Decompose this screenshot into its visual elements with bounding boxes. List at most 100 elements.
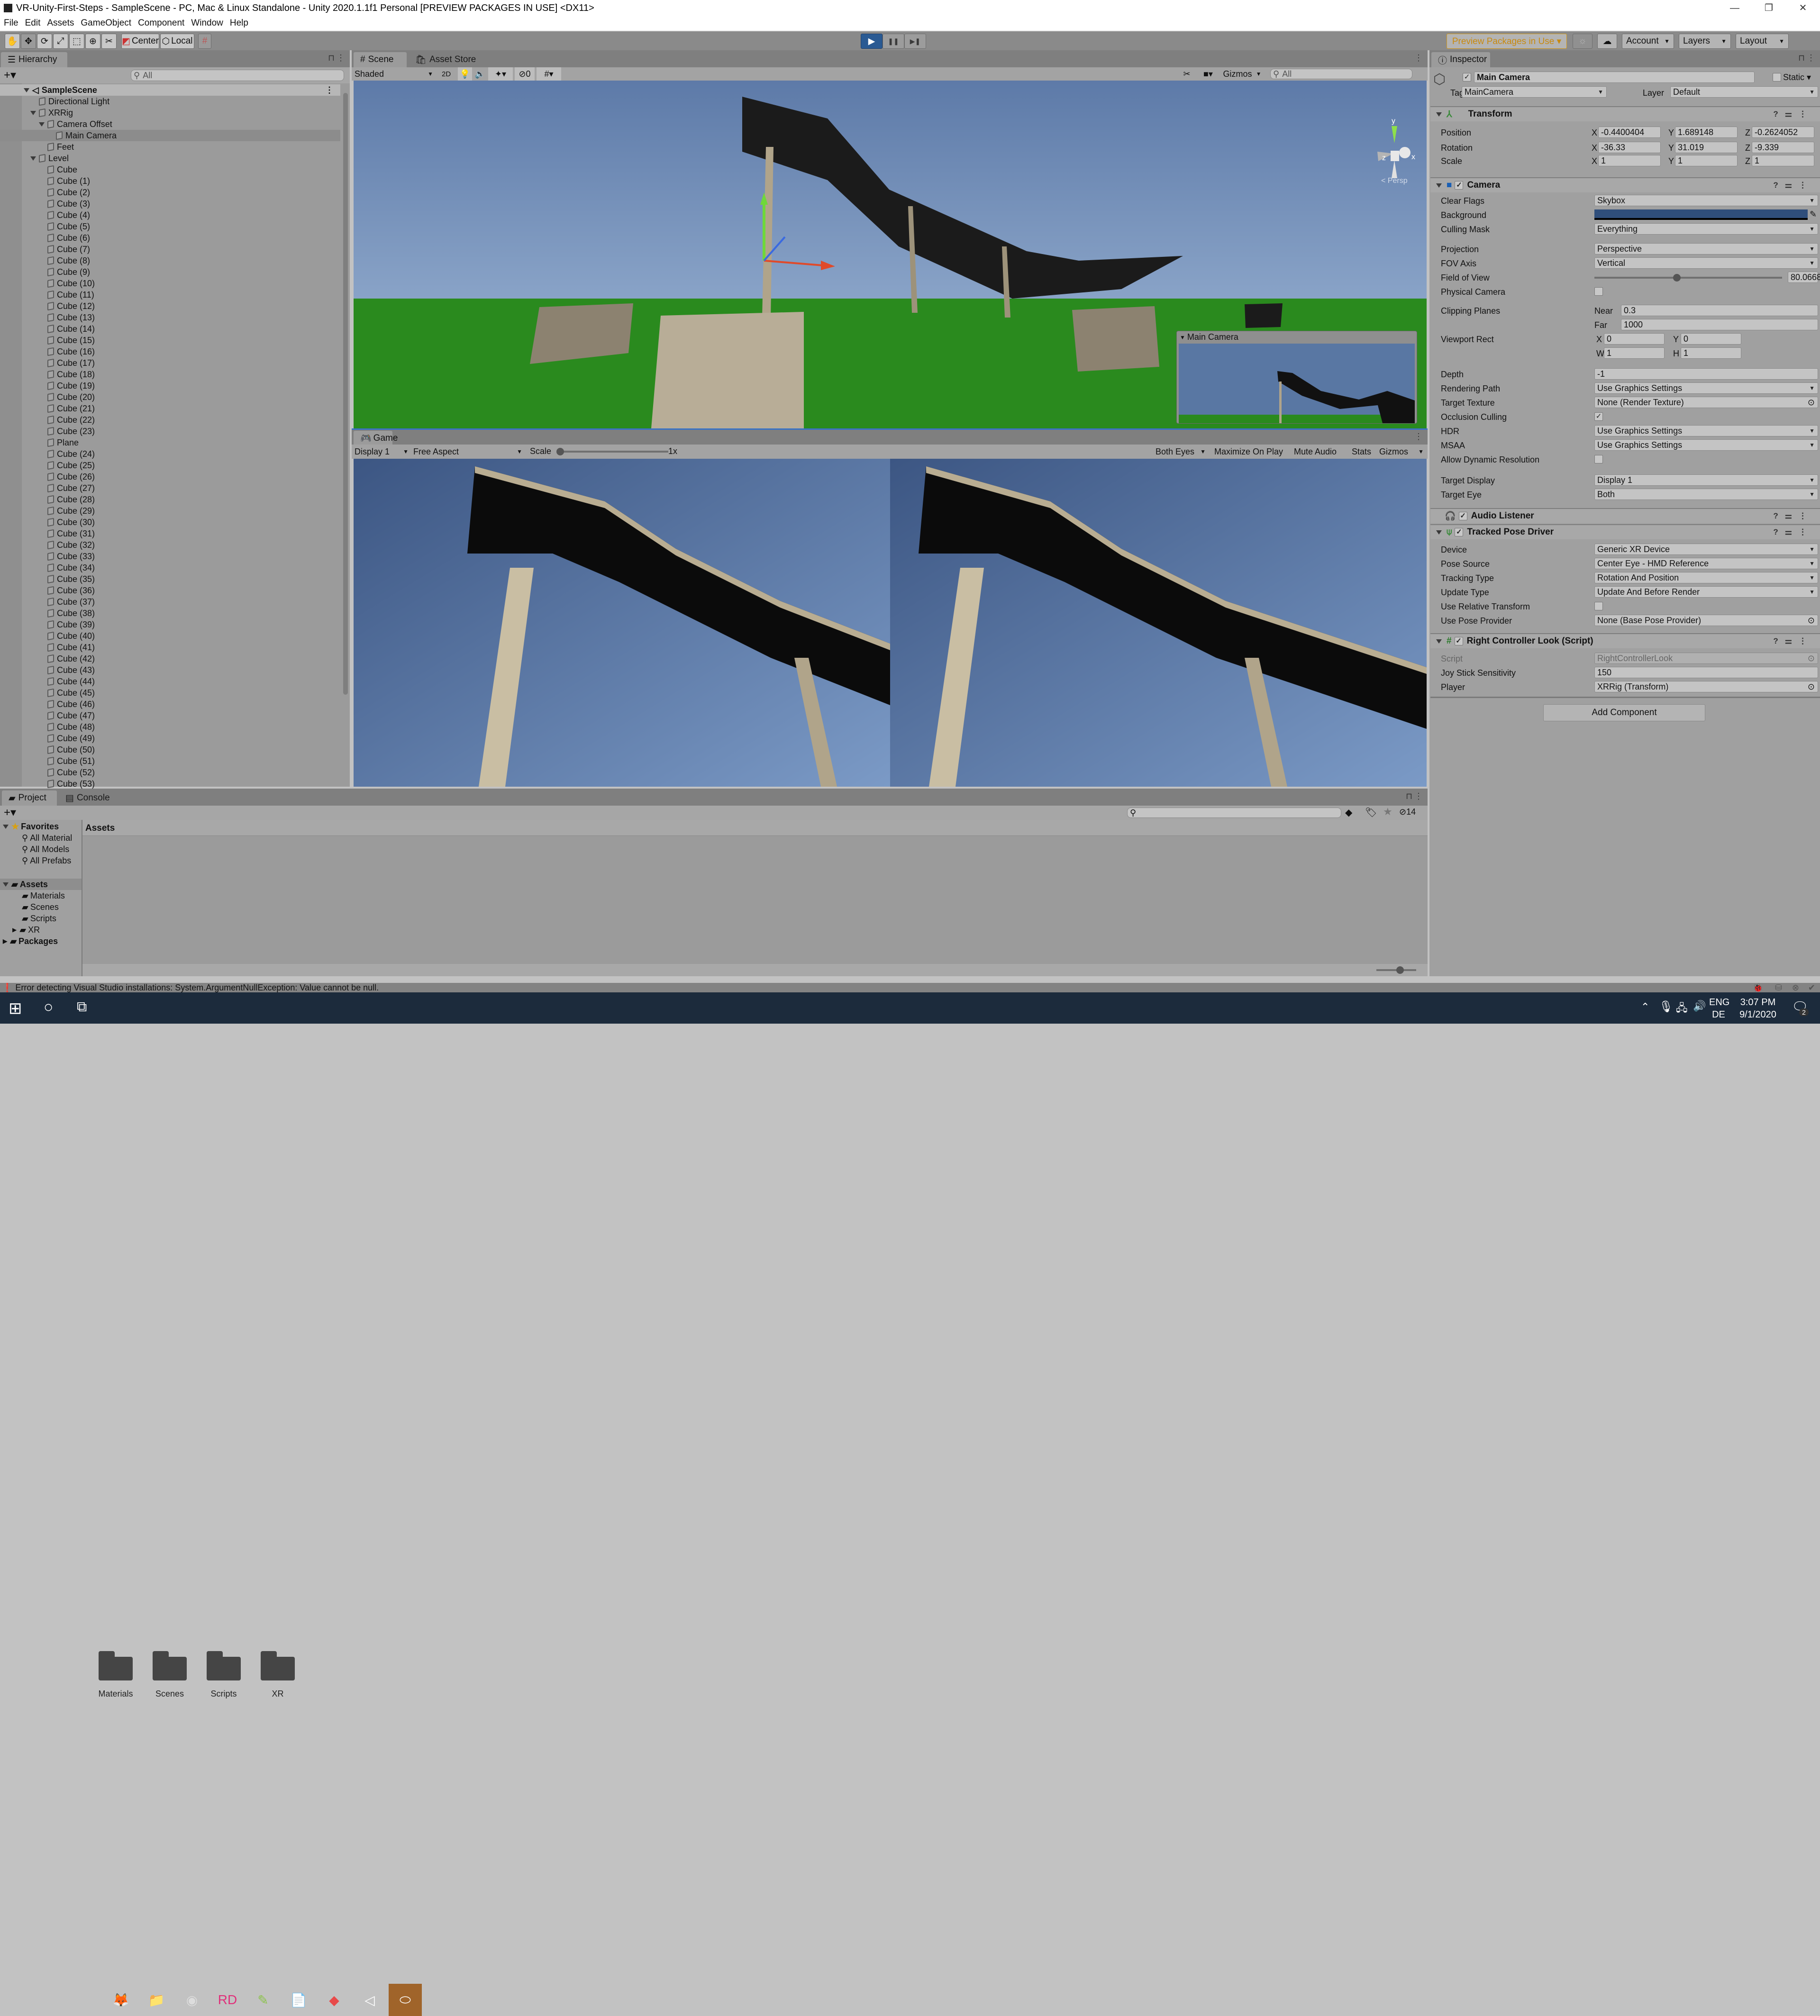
hierarchy-item[interactable]: Cube (35) <box>0 573 340 585</box>
component-actions[interactable]: ?⚌⋮ <box>1773 636 1813 646</box>
kebab-menu-icon[interactable]: ⋮ <box>1807 53 1815 63</box>
hierarchy-item[interactable]: Cube (22) <box>0 414 340 426</box>
background-color-swatch[interactable] <box>1594 209 1808 220</box>
rotation-y-input[interactable]: 31.019 <box>1675 142 1738 153</box>
slider-thumb[interactable] <box>1396 966 1404 974</box>
menu-gameobject[interactable]: GameObject <box>81 18 131 28</box>
tag-dropdown[interactable]: MainCamera <box>1462 86 1607 98</box>
folder-icon[interactable] <box>99 1651 133 1680</box>
hierarchy-item[interactable]: Cube (13) <box>0 312 340 323</box>
scrollbar-thumb[interactable] <box>343 93 348 695</box>
taskbar-app-firefox[interactable]: 🦊 <box>104 1984 137 2016</box>
hierarchy-item[interactable]: Cube (21) <box>0 403 340 414</box>
camera-preview-window[interactable]: ▼ Main Camera <box>1176 331 1417 424</box>
static-checkbox[interactable] <box>1773 73 1781 82</box>
progress-check-icon[interactable]: ✔ <box>1808 983 1815 993</box>
fold-down-icon[interactable] <box>1436 112 1442 117</box>
hierarchy-item[interactable]: Cube (43) <box>0 664 340 676</box>
viewport-x-input[interactable]: 0 <box>1604 333 1665 345</box>
viewport-y-input[interactable]: 0 <box>1681 333 1741 345</box>
taskbar-app-libreoffice-writer[interactable]: 📄 <box>282 1984 315 2016</box>
create-button[interactable]: +▾ <box>4 806 16 819</box>
rotation-x-input[interactable]: -36.33 <box>1598 142 1661 153</box>
static-dropdown[interactable]: Static ▾ <box>1783 73 1811 82</box>
hierarchy-item[interactable]: Cube (3) <box>0 198 340 209</box>
eyedropper-icon[interactable]: ✎ <box>1810 209 1817 219</box>
hierarchy-item[interactable]: Cube (17) <box>0 357 340 369</box>
menu-assets[interactable]: Assets <box>47 18 74 28</box>
hierarchy-item[interactable]: Cube (9) <box>0 266 340 278</box>
hierarchy-item[interactable]: Cube (28) <box>0 494 340 505</box>
position-y-input[interactable]: 1.689148 <box>1675 127 1738 138</box>
dropdown[interactable]: Use Graphics Settings <box>1594 425 1818 436</box>
hierarchy-item[interactable]: Cube (30) <box>0 517 340 528</box>
taskbar-app-obs[interactable]: ◉ <box>175 1984 209 2016</box>
dropdown[interactable]: Use Graphics Settings <box>1594 439 1818 451</box>
kebab-menu-icon[interactable]: ⋮ <box>1414 432 1423 442</box>
tracked-pose-driver-header[interactable]: ⍦ ✓ Tracked Pose Driver ?⚌⋮ <box>1430 524 1820 539</box>
add-button[interactable]: +▾ <box>4 68 16 82</box>
hierarchy-item[interactable]: Cube (40) <box>0 630 340 642</box>
hierarchy-item[interactable]: Cube (29) <box>0 505 340 517</box>
close-button[interactable]: ✕ <box>1786 0 1820 16</box>
layer-dropdown[interactable]: Default <box>1670 86 1818 98</box>
rect-tool-button[interactable]: ⬚ <box>69 34 84 49</box>
favorite-item[interactable]: ⚲ All Material <box>22 832 72 844</box>
object-picker-icon[interactable]: ⊙ <box>1808 398 1815 408</box>
hierarchy-item[interactable]: Cube (48) <box>0 721 340 733</box>
hierarchy-item[interactable]: Cube (49) <box>0 733 340 744</box>
checkbox[interactable] <box>1594 455 1603 463</box>
effects-dropdown[interactable]: ✦▾ <box>488 67 513 81</box>
enabled-checkbox[interactable]: ✓ <box>1455 528 1464 536</box>
hierarchy-item[interactable]: Level <box>0 153 340 164</box>
right-controller-look-header[interactable]: # ✓ Right Controller Look (Script) ?⚌⋮ <box>1430 633 1820 648</box>
scene-viewport[interactable]: y x z < Persp ▼ Main Camera <box>354 81 1427 428</box>
volume-icon[interactable]: 🔊 <box>1693 1000 1706 1012</box>
fold-down-icon[interactable]: ▼ <box>1180 334 1185 341</box>
display-dropdown[interactable]: Display 1 ▼ <box>355 446 411 457</box>
assets-row[interactable]: ▰ Assets <box>0 879 82 890</box>
active-checkbox[interactable]: ✓ <box>1463 73 1471 82</box>
play-button[interactable]: ▶ <box>861 34 883 49</box>
object-field[interactable]: None (Base Pose Provider) ⊙ <box>1594 615 1818 626</box>
hierarchy-item[interactable]: Cube (33) <box>0 551 340 562</box>
object-field[interactable]: None (Render Texture) ⊙ <box>1594 397 1818 408</box>
dropdown[interactable]: Display 1 <box>1594 474 1818 486</box>
position-x-input[interactable]: -0.4400404 <box>1598 127 1661 138</box>
hierarchy-item[interactable]: Cube (15) <box>0 335 340 346</box>
viewport-w-input[interactable]: 1 <box>1604 347 1665 359</box>
hierarchy-item[interactable]: Cube (47) <box>0 710 340 721</box>
kebab-menu-icon[interactable]: ⋮ <box>337 53 345 63</box>
favorite-item[interactable]: ⚲ All Models <box>22 844 69 855</box>
scene-search-input[interactable]: ⚲ All <box>1270 69 1412 79</box>
asset-label[interactable]: XR <box>252 1689 304 1699</box>
text-input[interactable]: -1 <box>1594 368 1818 380</box>
packages-row[interactable]: ▶ ▰ Packages <box>3 935 58 947</box>
fold-down-icon[interactable] <box>3 824 9 829</box>
near-input[interactable]: 0.3 <box>1621 305 1818 316</box>
custom-tool-button[interactable]: ✂ <box>101 34 117 49</box>
scale-z-input[interactable]: 1 <box>1752 155 1814 166</box>
hierarchy-item[interactable]: Cube (25) <box>0 460 340 471</box>
preview-packages-button[interactable]: Preview Packages in Use ▾ <box>1447 34 1567 49</box>
hierarchy-item[interactable]: Cube (27) <box>0 482 340 494</box>
hidden-objects-toggle[interactable]: ⊘ 0 <box>515 67 535 81</box>
slider-thumb[interactable] <box>556 448 564 455</box>
far-input[interactable]: 1000 <box>1621 319 1818 330</box>
checkbox[interactable] <box>1594 287 1603 296</box>
hierarchy-item[interactable]: Cube (38) <box>0 608 340 619</box>
viewport-h-input[interactable]: 1 <box>1681 347 1741 359</box>
dropdown[interactable]: Skybox <box>1594 195 1818 206</box>
tab-game[interactable]: 🎮 Game <box>354 431 398 446</box>
pivot-rotation-button[interactable]: ⬡ Local <box>160 34 194 49</box>
tab-scene[interactable]: # Scene <box>354 52 407 67</box>
aspect-dropdown[interactable]: Free Aspect ▼ <box>413 446 525 457</box>
asset-label[interactable]: Materials <box>90 1689 142 1699</box>
asset-label[interactable]: Scenes <box>144 1689 196 1699</box>
fold-down-icon[interactable] <box>30 110 36 115</box>
scale-slider[interactable] <box>556 448 668 455</box>
hierarchy-item[interactable]: Cube (7) <box>0 244 340 255</box>
enabled-checkbox[interactable]: ✓ <box>1454 637 1463 645</box>
taskbar-app-notepad-plus-plus[interactable]: ✎ <box>246 1984 280 2016</box>
enabled-checkbox[interactable]: ✓ <box>1455 181 1464 190</box>
